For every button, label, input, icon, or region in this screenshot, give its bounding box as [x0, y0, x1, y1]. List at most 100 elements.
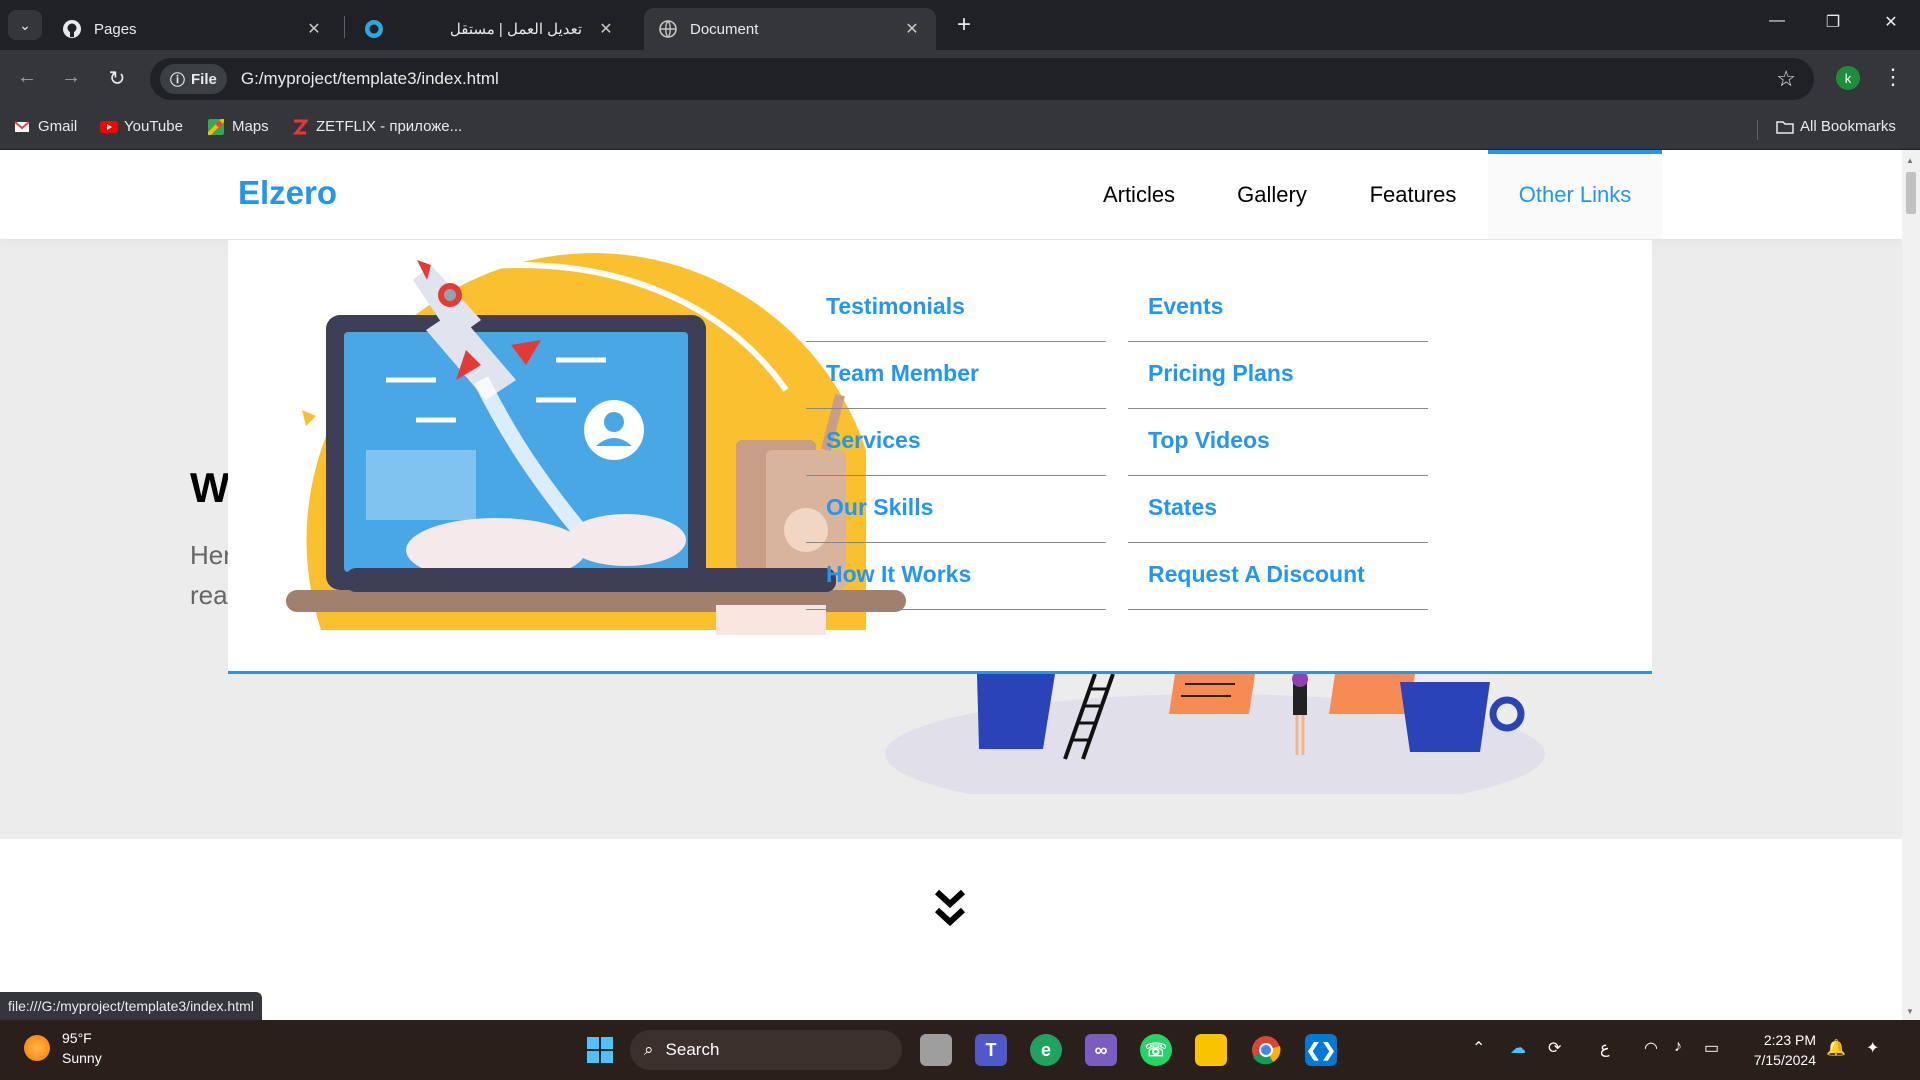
edge-icon[interactable]: e	[1030, 1034, 1062, 1066]
arrow-left-icon: ←	[17, 66, 37, 88]
minimize-button[interactable]: —	[1762, 12, 1792, 30]
mega-menu-column-1: Testimonials Team Member Services Our Sk…	[806, 275, 1106, 610]
tab-mostaql[interactable]: تعديل العمل | مستقل ✕	[350, 8, 630, 50]
scroll-up-icon[interactable]: ▲	[1906, 156, 1914, 165]
tab-pages[interactable]: Pages ✕	[48, 8, 338, 50]
scroll-down-icon[interactable]: ▼	[1906, 1007, 1914, 1016]
notification-bell-icon[interactable]: 🔔	[1826, 1038, 1846, 1058]
file-explorer-icon[interactable]	[1195, 1034, 1227, 1066]
task-view-icon[interactable]	[920, 1034, 952, 1066]
onedrive-icon[interactable]: ☁	[1510, 1038, 1526, 1058]
weather-temp: 95°F	[62, 1030, 92, 1046]
new-tab-button[interactable]: +	[950, 12, 978, 38]
wifi-icon[interactable]: ◠	[1644, 1038, 1658, 1058]
close-icon[interactable]: ✕	[304, 19, 324, 39]
bookmark-divider	[1757, 120, 1758, 140]
close-icon[interactable]: ✕	[902, 19, 922, 39]
battery-icon[interactable]: ▭	[1704, 1038, 1719, 1058]
search-icon: ⌕	[644, 1040, 654, 1059]
mega-link-how-it-works[interactable]: How It Works	[806, 543, 1106, 610]
nav-other-links[interactable]: Other Links	[1488, 150, 1662, 239]
tab-document[interactable]: Document ✕	[644, 8, 936, 50]
tab-title: Pages	[94, 20, 137, 38]
mostaql-icon	[364, 19, 384, 39]
chevron-up-icon[interactable]: ⌃	[1472, 1038, 1485, 1058]
nav-gallery[interactable]: Gallery	[1212, 150, 1332, 239]
tab-strip: ⌄ Pages ✕ تعديل العمل | مستقل ✕ Document…	[0, 0, 1920, 50]
bookmarks-bar: Gmail YouTube Maps ZETFLIX - приложе... …	[0, 108, 1920, 150]
copilot-icon[interactable]: ✦	[1866, 1038, 1879, 1058]
bookmark-label: Maps	[232, 118, 269, 135]
forward-button[interactable]: →	[56, 66, 86, 89]
nav-articles[interactable]: Articles	[1084, 150, 1194, 239]
mega-link-team-member[interactable]: Team Member	[806, 342, 1106, 409]
bookmark-label: ZETFLIX - приложе...	[316, 118, 463, 135]
volume-icon[interactable]: ♪	[1674, 1038, 1682, 1056]
url-text[interactable]: G:/myproject/template3/index.html	[241, 69, 499, 89]
clock-date: 7/15/2024	[1753, 1052, 1816, 1068]
mega-link-states[interactable]: States	[1128, 476, 1428, 543]
system-clock[interactable]: 2:23 PM 7/15/2024	[1740, 1030, 1816, 1070]
info-icon: ⓘ	[170, 71, 186, 89]
landing-title: W	[190, 464, 230, 511]
close-icon[interactable]: ✕	[596, 19, 616, 39]
plus-icon: +	[956, 11, 971, 38]
bookmark-youtube[interactable]: YouTube	[100, 118, 183, 135]
mega-link-pricing-plans[interactable]: Pricing Plans	[1128, 342, 1428, 409]
landing-text-line: rea	[190, 580, 228, 610]
all-bookmarks[interactable]: All Bookmarks	[1776, 118, 1896, 135]
search-label: Search	[665, 1040, 720, 1059]
visual-studio-icon[interactable]: ∞	[1085, 1034, 1117, 1066]
back-button[interactable]: ←	[12, 66, 42, 89]
site-logo[interactable]: Elzero	[238, 174, 337, 212]
folder-icon	[1776, 119, 1794, 135]
mega-link-testimonials[interactable]: Testimonials	[806, 275, 1106, 342]
tab-title: Document	[690, 20, 759, 38]
bookmark-label: Gmail	[38, 118, 78, 135]
landing-illustration	[885, 674, 1545, 794]
taskbar-search[interactable]: ⌕ Search	[630, 1030, 902, 1070]
restore-button[interactable]: ❐	[1818, 12, 1848, 32]
chevron-down-icon: ⌄	[19, 16, 31, 33]
mega-link-top-videos[interactable]: Top Videos	[1128, 409, 1428, 476]
language-indicator[interactable]: ع	[1600, 1038, 1610, 1058]
scrollbar-thumb[interactable]	[1906, 172, 1916, 214]
gmail-icon	[14, 119, 30, 135]
start-button[interactable]	[584, 1034, 616, 1066]
reload-button[interactable]: ↻	[102, 66, 132, 91]
page-scrollbar[interactable]: ▲ ▼	[1902, 150, 1920, 1020]
address-bar[interactable]: ⓘ File G:/myproject/template3/index.html…	[150, 58, 1814, 100]
reload-icon: ↻	[108, 68, 126, 90]
tab-divider	[344, 16, 345, 38]
mega-link-our-skills[interactable]: Our Skills	[806, 476, 1106, 543]
bookmark-gmail[interactable]: Gmail	[14, 118, 77, 135]
all-bookmarks-label: All Bookmarks	[1800, 118, 1896, 135]
mega-link-request-a-discount[interactable]: Request A Discount	[1128, 543, 1428, 610]
site-info-chip[interactable]: ⓘ File	[160, 64, 227, 94]
double-chevron-down-icon[interactable]	[934, 888, 966, 930]
landing-text: Her rea	[190, 535, 230, 615]
bookmark-maps[interactable]: Maps	[206, 117, 269, 136]
mega-link-events[interactable]: Events	[1128, 275, 1428, 342]
mega-menu-column-2: Events Pricing Plans Top Videos States R…	[1128, 275, 1428, 610]
zetflix-icon	[292, 119, 310, 135]
teams-icon[interactable]: T	[975, 1034, 1007, 1066]
whatsapp-icon[interactable]: ☏	[1140, 1034, 1172, 1066]
globe-icon	[658, 19, 678, 39]
landing-text-line: Her	[190, 540, 230, 570]
weather-widget[interactable]: 95°F Sunny	[24, 1028, 102, 1068]
bookmark-star-icon[interactable]: ☆	[1776, 66, 1796, 92]
chrome-icon[interactable]	[1250, 1034, 1282, 1066]
mega-link-services[interactable]: Services	[806, 409, 1106, 476]
youtube-icon	[100, 119, 118, 135]
nav-features[interactable]: Features	[1350, 150, 1476, 239]
sync-icon[interactable]: ⟳	[1548, 1038, 1561, 1058]
close-window-button[interactable]: ✕	[1876, 12, 1906, 32]
profile-avatar[interactable]: k	[1836, 66, 1860, 90]
menu-kebab-icon[interactable]: ⋮	[1882, 64, 1904, 90]
tab-search-button[interactable]: ⌄	[8, 10, 42, 40]
bookmark-zetflix[interactable]: ZETFLIX - приложе...	[292, 118, 462, 135]
vscode-icon[interactable]: ❮❯	[1305, 1034, 1337, 1066]
maps-icon	[206, 117, 226, 136]
browser-toolbar: ← → ↻ ⓘ File G:/myproject/template3/inde…	[0, 50, 1920, 108]
